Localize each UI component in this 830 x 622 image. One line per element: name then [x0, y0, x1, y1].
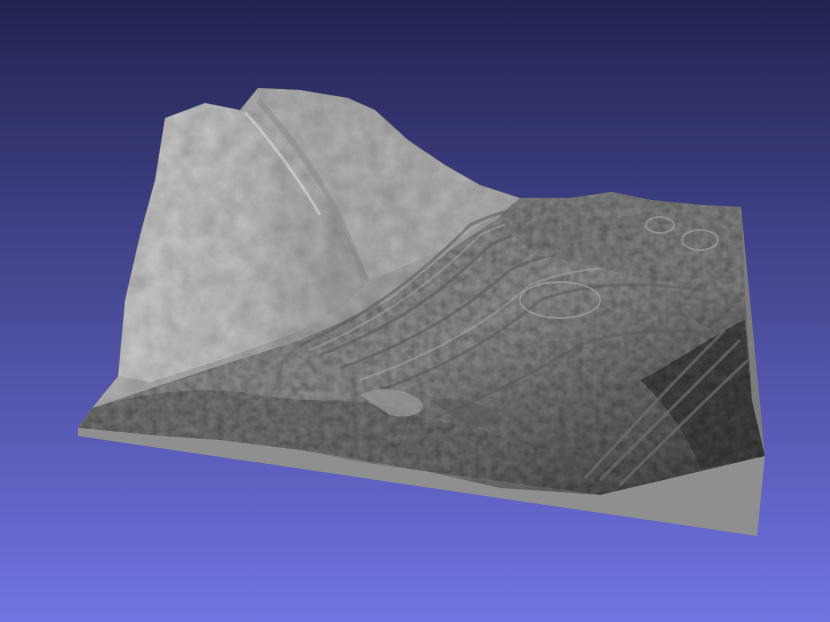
viewport-canvas[interactable] [0, 0, 830, 622]
3d-viewport[interactable] [0, 0, 830, 622]
